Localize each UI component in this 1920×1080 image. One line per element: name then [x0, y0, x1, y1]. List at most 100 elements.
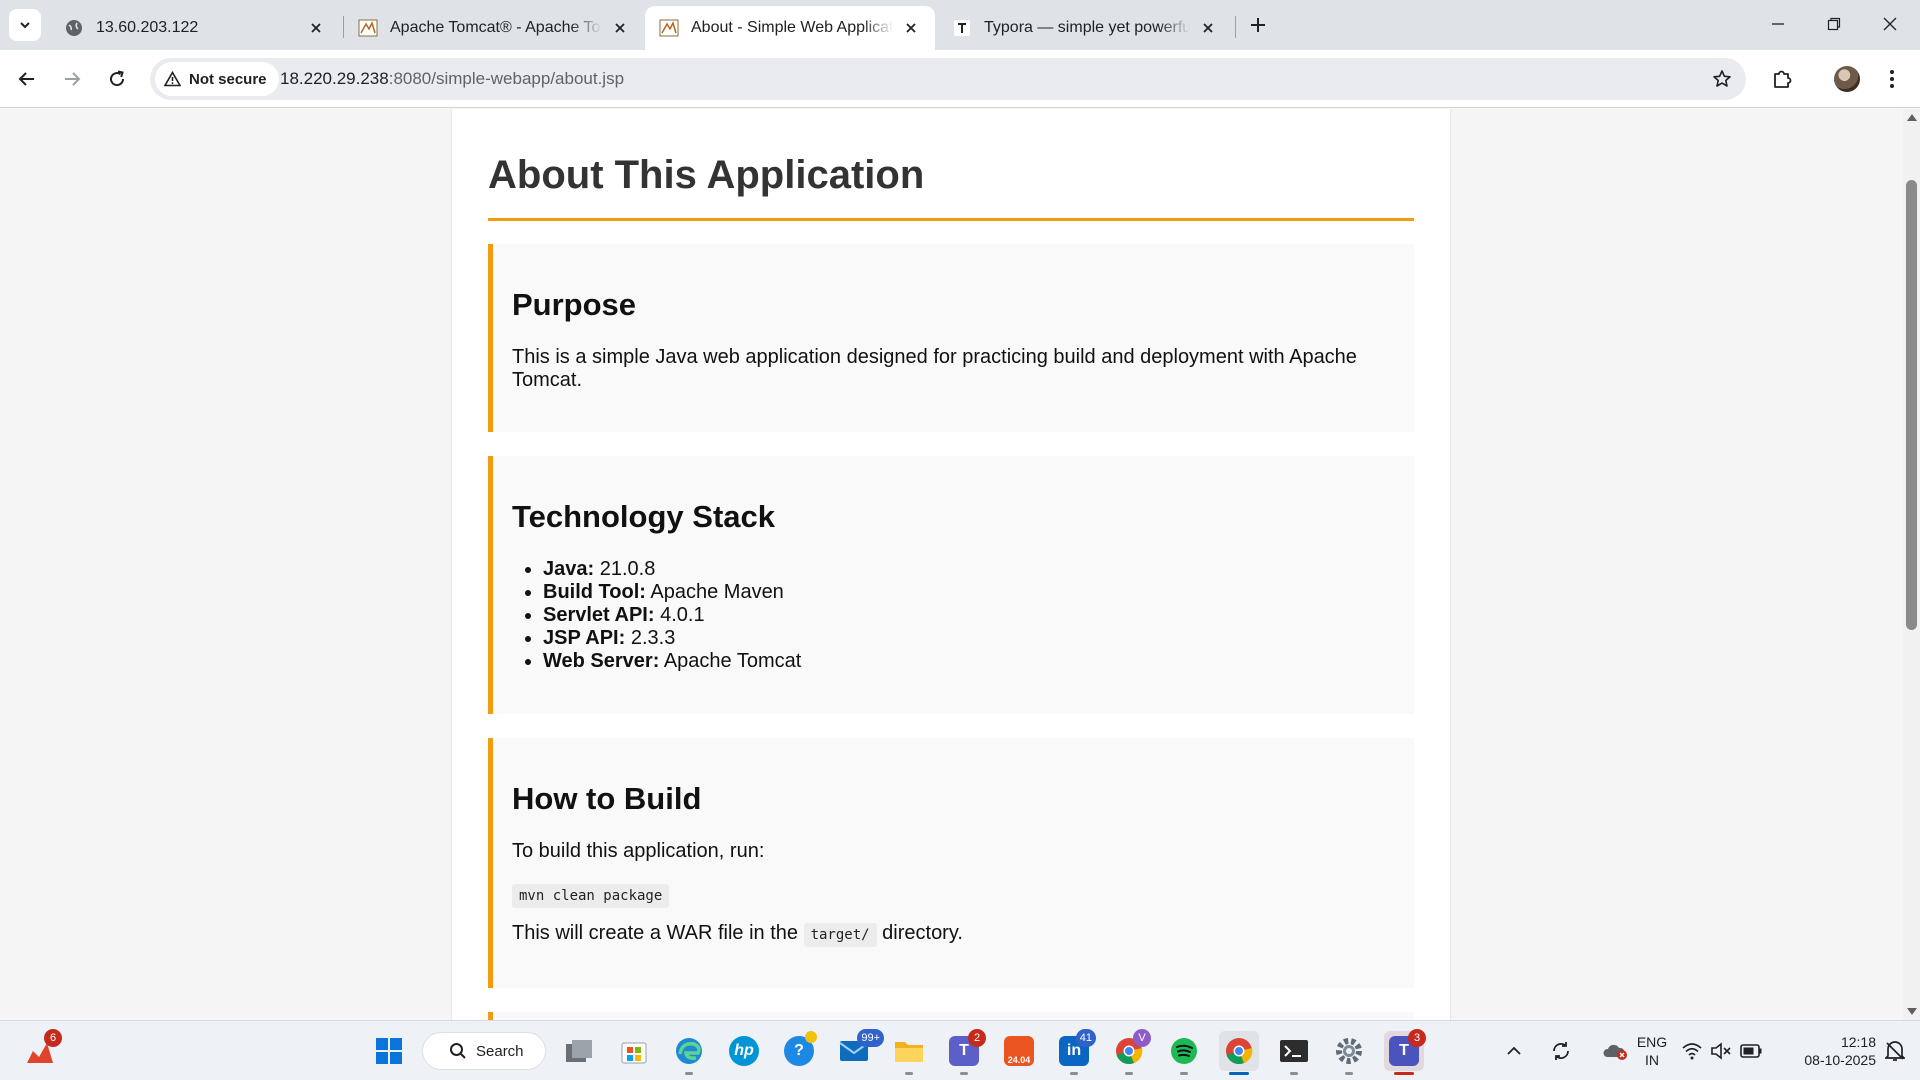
- taskbar: 6 Search hp ? 99+ T 2 24.04 in 41 V T 3 …: [0, 1020, 1920, 1080]
- tab-typora[interactable]: Typora — simple yet powerful Markdown ed…: [938, 6, 1232, 50]
- list-item: Java: 21.0.8: [543, 558, 801, 581]
- scroll-down-arrow-icon[interactable]: [1907, 1008, 1917, 1015]
- tab-about-simple-web-app[interactable]: About - Simple Web Application: [645, 6, 935, 50]
- bookmark-button[interactable]: [1710, 67, 1734, 91]
- start-button[interactable]: [369, 1031, 409, 1071]
- task-view-icon: [566, 1040, 592, 1062]
- language-indicator[interactable]: ENG IN: [1634, 1033, 1670, 1069]
- hp-icon: hp: [729, 1036, 759, 1066]
- settings-button[interactable]: [1329, 1031, 1369, 1075]
- teams-button[interactable]: T 2: [944, 1029, 986, 1075]
- build-result-text: This will create a WAR file in the targe…: [512, 922, 963, 947]
- tab-apache-tomcat[interactable]: Apache Tomcat® - Apache Tomcat: [344, 6, 644, 50]
- teams-work-button[interactable]: T 3: [1384, 1029, 1426, 1075]
- ubuntu-icon: 24.04: [1004, 1036, 1034, 1066]
- search-icon: [450, 1043, 466, 1059]
- sync-icon: [1553, 1042, 1569, 1060]
- vertical-scrollbar[interactable]: [1903, 109, 1920, 1020]
- notifications-button[interactable]: [1878, 1031, 1912, 1071]
- spotify-icon: [1171, 1038, 1197, 1064]
- item-value: 2.3.3: [630, 627, 676, 649]
- profile-button[interactable]: [1831, 63, 1863, 95]
- item-value: Apache Maven: [650, 581, 784, 603]
- close-window-button[interactable]: [1862, 0, 1918, 48]
- new-tab-button[interactable]: [1244, 11, 1272, 39]
- extensions-button[interactable]: [1766, 63, 1798, 95]
- gear-icon: [1336, 1038, 1362, 1064]
- notification-badge: 99+: [857, 1029, 884, 1047]
- active-indicator: [1229, 1072, 1249, 1075]
- running-indicator: [960, 1072, 968, 1075]
- page-title: About This Application: [488, 153, 1414, 221]
- notification-bell-icon: [1885, 1041, 1905, 1061]
- edge-icon: [676, 1038, 702, 1064]
- content-container: About This Application Purpose This is a…: [451, 109, 1451, 1020]
- linkedin-button[interactable]: in 41: [1054, 1029, 1096, 1075]
- close-icon: [1883, 17, 1897, 31]
- close-icon[interactable]: [608, 16, 632, 40]
- item-label: Servlet API:: [543, 604, 655, 626]
- taskbar-search[interactable]: Search: [422, 1032, 546, 1070]
- next-section-peek: [488, 1012, 1414, 1020]
- terminal-icon: [1280, 1040, 1308, 1062]
- chrome-icon: [1226, 1038, 1253, 1065]
- close-icon[interactable]: [304, 16, 328, 40]
- ubuntu-version-label: 24.04: [1007, 1055, 1031, 1065]
- chrome-profile-button[interactable]: V: [1109, 1029, 1151, 1075]
- cloud-error-icon: [1603, 1044, 1627, 1060]
- notification-badge: 3: [1408, 1029, 1426, 1047]
- chrome-button[interactable]: [1219, 1031, 1259, 1075]
- list-item: Servlet API: 4.0.1: [543, 604, 801, 627]
- sync-status-button[interactable]: [1543, 1031, 1579, 1071]
- onedrive-button[interactable]: [1597, 1031, 1633, 1071]
- warning-icon: [164, 71, 181, 87]
- puzzle-icon: [1774, 70, 1792, 88]
- running-indicator: [905, 1072, 913, 1075]
- close-icon[interactable]: [1196, 16, 1220, 40]
- scroll-thumb[interactable]: [1906, 180, 1917, 630]
- address-bar[interactable]: Not secure 18.220.29.238:8080/simple-web…: [150, 58, 1746, 100]
- help-button[interactable]: ?: [779, 1031, 819, 1071]
- security-indicator[interactable]: Not secure: [155, 62, 279, 96]
- minimize-button[interactable]: [1750, 0, 1806, 48]
- edge-button[interactable]: [669, 1031, 709, 1075]
- search-label: Search: [476, 1042, 524, 1060]
- running-indicator: [1394, 1072, 1414, 1075]
- back-button[interactable]: [11, 63, 43, 95]
- widgets-button[interactable]: 6: [20, 1029, 62, 1071]
- section-heading: Purpose: [512, 287, 637, 322]
- tab-title: Apache Tomcat® - Apache Tomcat: [390, 19, 602, 36]
- task-view-button[interactable]: [559, 1031, 599, 1071]
- item-label: Java:: [543, 558, 595, 580]
- terminal-button[interactable]: [1274, 1031, 1314, 1075]
- ubuntu-button[interactable]: 24.04: [999, 1031, 1039, 1071]
- result-text-after: directory.: [882, 922, 963, 944]
- mail-button[interactable]: 99+: [834, 1029, 884, 1071]
- tomcat-icon: [358, 18, 378, 38]
- network-volume-battery-button[interactable]: [1682, 1031, 1762, 1071]
- kebab-menu-icon: [1890, 70, 1894, 88]
- reload-button[interactable]: [101, 63, 133, 95]
- tab-search-button[interactable]: [9, 9, 41, 41]
- tomcat-icon: [659, 18, 679, 38]
- clock[interactable]: 12:18 08-10-2025: [1780, 1033, 1876, 1069]
- folder-icon: [895, 1042, 923, 1062]
- build-intro-text: To build this application, run:: [512, 840, 765, 862]
- close-icon[interactable]: [899, 16, 923, 40]
- menu-button[interactable]: [1876, 63, 1908, 95]
- forward-button[interactable]: [56, 63, 88, 95]
- restore-button[interactable]: [1806, 0, 1862, 48]
- hp-button[interactable]: hp: [724, 1031, 764, 1071]
- file-explorer-button[interactable]: [889, 1031, 929, 1075]
- notification-badge: 41: [1075, 1029, 1096, 1047]
- wifi-icon: [1682, 1043, 1702, 1060]
- show-hidden-icons-button[interactable]: [1502, 1031, 1526, 1071]
- clock-date: 08-10-2025: [1804, 1052, 1876, 1068]
- tab-ip-address[interactable]: 13.60.203.122: [50, 6, 340, 50]
- microsoft-store-button[interactable]: [614, 1031, 654, 1071]
- list-item: JSP API: 2.3.3: [543, 627, 801, 650]
- spotify-button[interactable]: [1164, 1031, 1204, 1075]
- scroll-up-arrow-icon[interactable]: [1907, 114, 1917, 121]
- item-label: Build Tool:: [543, 581, 646, 603]
- running-indicator: [1290, 1072, 1298, 1075]
